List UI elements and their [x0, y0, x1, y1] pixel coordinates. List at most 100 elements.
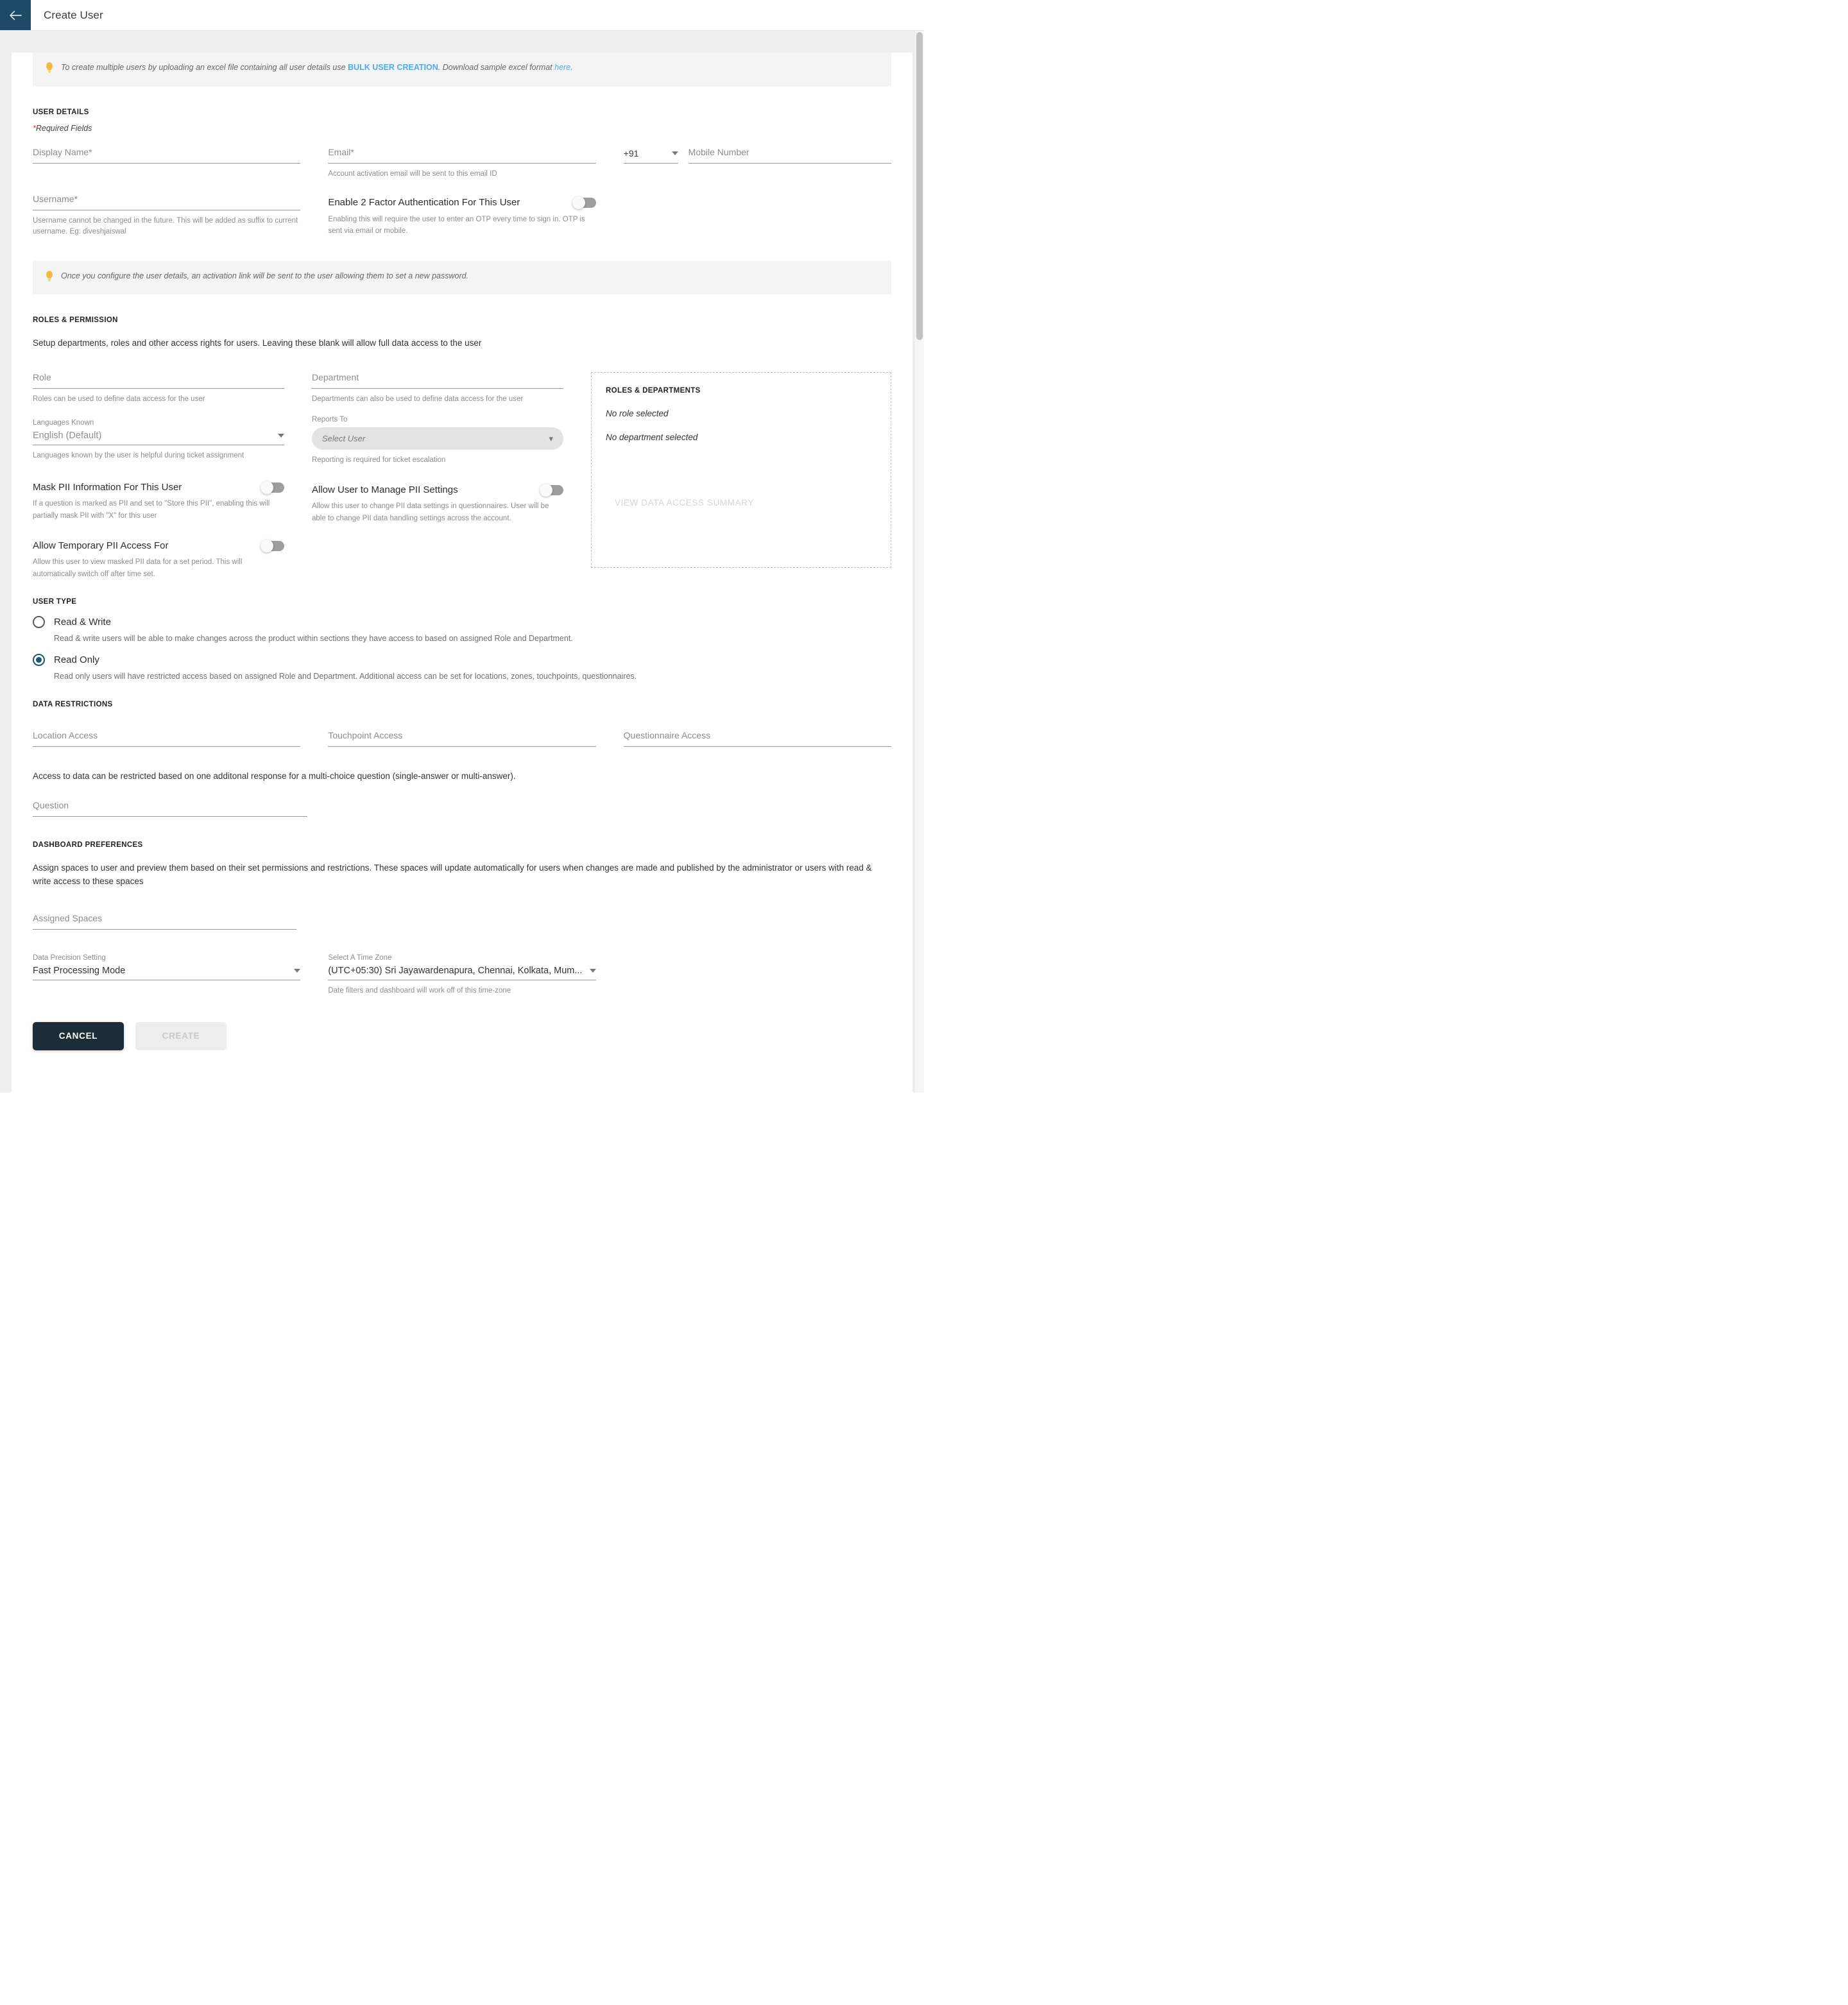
assigned-spaces-label: Assigned Spaces: [33, 912, 103, 923]
display-name-column: Display Name*: [33, 146, 301, 180]
no-role-selected-text: No role selected: [606, 409, 669, 419]
page-scrollbar[interactable]: [915, 31, 924, 1093]
required-fields-text: Required Fields: [35, 123, 92, 133]
preferences-selects-row: Data Precision Setting Fast Processing M…: [33, 954, 891, 996]
user-type-option-read-write[interactable]: Read & Write Read & write users will be …: [33, 616, 891, 645]
location-access-column: Location Access: [33, 730, 301, 747]
chevron-down-icon: [294, 968, 301, 973]
roles-permission-row: Role Roles can be used to define data ac…: [33, 372, 891, 580]
read-only-label: Read Only: [54, 654, 99, 665]
read-write-hint: Read & write users will be able to make …: [54, 634, 573, 644]
radio-read-only[interactable]: [33, 653, 45, 666]
preferences-row-spacer: [624, 954, 891, 996]
back-button[interactable]: [0, 0, 31, 30]
department-field[interactable]: Department Departments can also be used …: [312, 372, 563, 405]
sample-excel-here-link[interactable]: here: [554, 63, 570, 72]
create-button[interactable]: CREATE: [135, 1021, 227, 1050]
manage-pii-title: Allow User to Manage PII Settings: [312, 484, 458, 495]
chevron-down-icon: [589, 968, 596, 973]
email-hint: Account activation email will be sent to…: [328, 169, 497, 178]
scrollbar-thumb[interactable]: [916, 32, 923, 340]
two-factor-hint: Enabling this will require the user to e…: [328, 215, 585, 235]
location-access-field[interactable]: Location Access: [33, 730, 301, 747]
toggle-knob: [261, 539, 273, 552]
cancel-button[interactable]: CANCEL: [33, 1021, 124, 1050]
email-label: Email*: [328, 146, 354, 157]
reports-to-placeholder: Select User: [322, 434, 366, 444]
user-details-row-1: Display Name* Email* Account activation …: [33, 147, 891, 180]
form-actions: CANCEL CREATE: [33, 1021, 891, 1050]
chevron-down-icon: ▾: [549, 434, 553, 444]
data-restrictions-row: Location Access Touchpoint Access Questi: [33, 730, 891, 747]
mask-pii-toggle-block: Mask PII Information For This User If a …: [33, 481, 284, 522]
chevron-down-icon: [671, 151, 678, 155]
role-label: Role: [33, 372, 51, 383]
time-zone-column: Select A Time Zone (UTC+05:30) Sri Jayaw…: [328, 954, 596, 996]
activation-banner-text: Once you configure the user details, an …: [61, 271, 469, 280]
two-factor-title: Enable 2 Factor Authentication For This …: [328, 197, 520, 208]
bulk-banner-text-before: To create multiple users by uploading an…: [61, 63, 348, 72]
reports-to-label: Reports To: [312, 416, 348, 424]
user-details-heading: USER DETAILS: [33, 108, 89, 116]
email-field[interactable]: Email* Account activation email will be …: [328, 146, 596, 180]
question-field[interactable]: Question: [33, 800, 307, 817]
question-label: Question: [33, 799, 69, 810]
two-factor-toggle[interactable]: [572, 196, 596, 209]
data-precision-column: Data Precision Setting Fast Processing M…: [33, 953, 301, 996]
mobile-column: +91 Mobile Number: [623, 146, 891, 180]
manage-pii-toggle[interactable]: [540, 483, 563, 497]
department-label: Department: [312, 372, 359, 383]
toggle-knob: [540, 483, 552, 497]
role-field[interactable]: Role Roles can be used to define data ac…: [33, 372, 284, 405]
languages-known-field[interactable]: Languages Known English (Default) Langua…: [33, 419, 284, 461]
dashboard-preferences-heading: DASHBOARD PREFERENCES: [33, 840, 143, 849]
mask-pii-toggle[interactable]: [261, 481, 284, 494]
view-data-access-summary-link[interactable]: VIEW DATA ACCESS SUMMARY: [615, 498, 754, 508]
two-factor-toggle-block: Enable 2 Factor Authentication For This …: [328, 196, 596, 237]
dashboard-preferences-description: Assign spaces to user and preview them b…: [33, 862, 872, 886]
country-code-select[interactable]: +91: [623, 148, 678, 164]
read-write-label: Read & Write: [54, 617, 111, 628]
temp-pii-toggle[interactable]: [261, 539, 284, 552]
chevron-down-icon: [278, 434, 284, 438]
username-column: Username* Username cannot be changed in …: [33, 194, 301, 238]
bulk-banner-text-after: .: [570, 63, 573, 72]
assigned-spaces-field[interactable]: Assigned Spaces: [33, 913, 296, 930]
display-name-label: Display Name*: [33, 146, 92, 157]
mobile-number-placeholder: Mobile Number: [688, 146, 749, 157]
manage-pii-hint: Allow this user to change PII data setti…: [312, 502, 549, 522]
row2-spacer: [624, 194, 891, 238]
username-hint: Username cannot be changed in the future…: [33, 217, 298, 236]
user-type-option-read-only[interactable]: Read Only Read only users will have rest…: [33, 653, 891, 683]
data-precision-field[interactable]: Data Precision Setting Fast Processing M…: [33, 953, 301, 980]
top-bar: Create User: [0, 0, 924, 31]
create-user-form-card: To create multiple users by uploading an…: [12, 53, 912, 1093]
reports-to-field[interactable]: Reports To Select User ▾ Reporting is re…: [312, 416, 563, 466]
bulk-banner-text-middle: . Download sample excel format: [438, 63, 555, 72]
username-field[interactable]: Username* Username cannot be changed in …: [33, 194, 301, 238]
touchpoint-access-field[interactable]: Touchpoint Access: [328, 729, 596, 747]
roles-departments-summary-wrapper: ROLES & DEPARTMENTS No role selected No …: [591, 372, 891, 580]
department-column: Department Departments can also be used …: [312, 372, 563, 580]
touchpoint-access-label: Touchpoint Access: [328, 729, 403, 740]
bulk-user-creation-link[interactable]: BULK USER CREATION: [348, 63, 438, 72]
data-restrictions-description: Access to data can be restricted based o…: [33, 771, 516, 781]
time-zone-value: (UTC+05:30) Sri Jayawardenapura, Chennai…: [328, 965, 583, 976]
touchpoint-access-column: Touchpoint Access: [328, 729, 596, 747]
data-precision-value: Fast Processing Mode: [33, 965, 126, 976]
mobile-number-input[interactable]: Mobile Number: [688, 146, 891, 164]
questionnaire-access-field[interactable]: Questionnaire Access: [623, 730, 891, 747]
reports-to-select[interactable]: Select User ▾: [312, 427, 563, 450]
temp-pii-title: Allow Temporary PII Access For: [33, 540, 169, 551]
questionnaire-access-column: Questionnaire Access: [623, 730, 891, 747]
temp-pii-toggle-block: Allow Temporary PII Access For Allow thi…: [33, 539, 284, 580]
time-zone-field[interactable]: Select A Time Zone (UTC+05:30) Sri Jayaw…: [328, 954, 596, 996]
mask-pii-title: Mask PII Information For This User: [33, 481, 182, 493]
radio-read-write[interactable]: [33, 616, 45, 629]
data-precision-label: Data Precision Setting: [33, 953, 106, 962]
read-only-hint: Read only users will have restricted acc…: [54, 671, 637, 681]
required-fields-note: *Required Fields: [33, 124, 891, 133]
bulk-user-creation-banner: To create multiple users by uploading an…: [33, 53, 891, 87]
display-name-field[interactable]: Display Name*: [33, 146, 301, 164]
page-background: To create multiple users by uploading an…: [0, 31, 924, 1093]
